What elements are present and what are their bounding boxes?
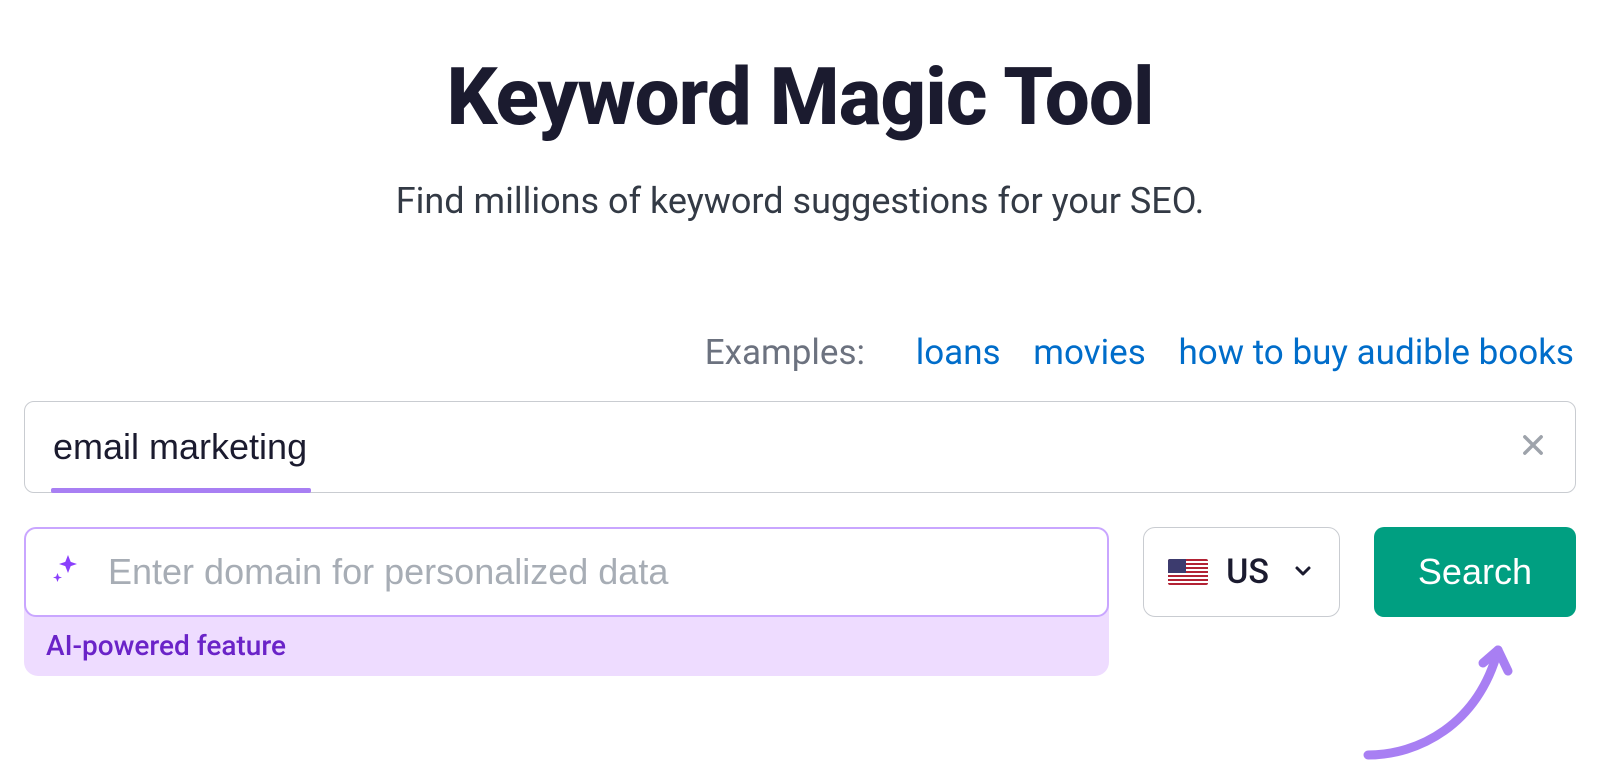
page-title: Keyword Magic Tool: [24, 50, 1576, 144]
domain-ai-panel: AI-powered feature: [24, 527, 1109, 676]
us-flag-icon: [1168, 559, 1208, 585]
chevron-down-icon: [1291, 552, 1315, 592]
country-select[interactable]: US: [1143, 527, 1340, 617]
example-link-loans[interactable]: loans: [916, 332, 1001, 373]
sparkle-icon: [50, 552, 86, 592]
ai-feature-label: AI-powered feature: [24, 617, 1109, 662]
keyword-input[interactable]: [53, 426, 1519, 468]
examples-row: Examples: loans movies how to buy audibl…: [24, 332, 1576, 373]
annotation-arrow-icon: [1348, 615, 1528, 765]
keyword-search-box: [24, 401, 1576, 493]
keyword-highlight-underline: [51, 488, 311, 493]
domain-input[interactable]: [108, 551, 1083, 593]
examples-label: Examples:: [705, 332, 865, 373]
domain-field: [24, 527, 1109, 617]
country-code-label: US: [1226, 552, 1269, 592]
example-link-audible[interactable]: how to buy audible books: [1178, 332, 1574, 373]
clear-icon[interactable]: [1519, 431, 1547, 463]
search-button[interactable]: Search: [1374, 527, 1576, 617]
example-link-movies[interactable]: movies: [1033, 332, 1146, 373]
page-subtitle: Find millions of keyword suggestions for…: [24, 180, 1576, 222]
